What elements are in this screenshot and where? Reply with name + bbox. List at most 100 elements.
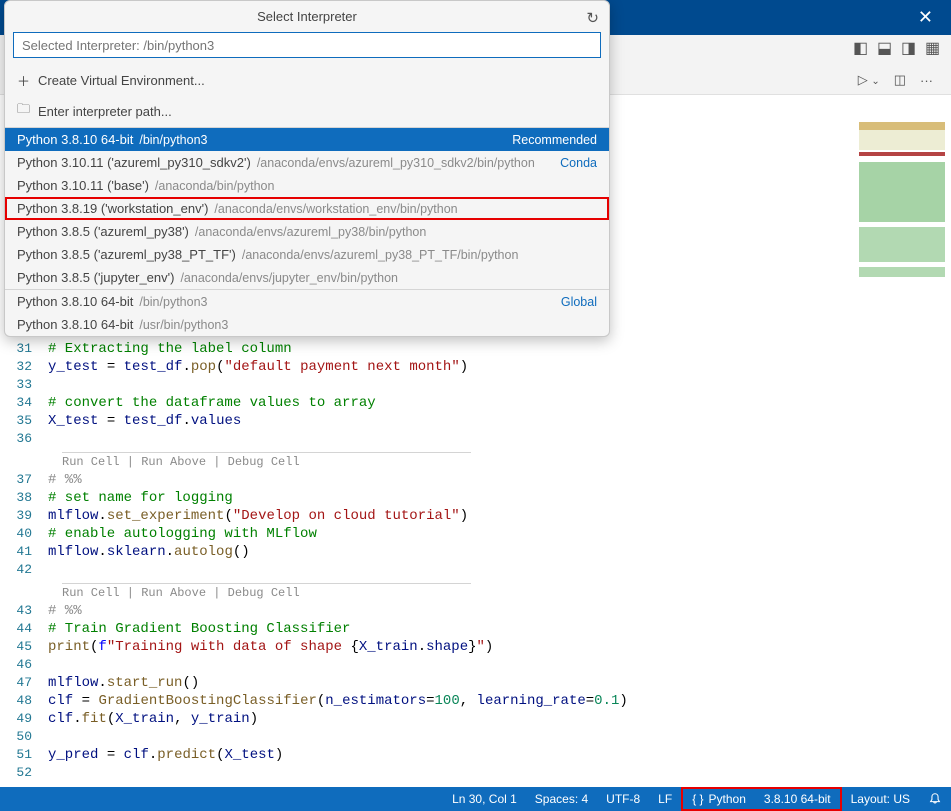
refresh-icon[interactable]: ↻ [586,9,599,27]
interpreter-path: /usr/bin/python3 [139,318,228,332]
editor-actions: ▷ ⌄ ◫ ··· [858,72,933,88]
more-actions-icon[interactable]: ··· [920,73,933,88]
line-number: 46 [0,656,48,674]
line-number: 33 [0,376,48,394]
code-line[interactable]: 40# enable autologging with MLflow [0,525,951,543]
minimap[interactable] [859,122,945,302]
notifications-icon[interactable] [919,787,951,811]
line-number: 39 [0,507,48,525]
code-line[interactable]: 45print(f"Training with data of shape {X… [0,638,951,656]
code-line[interactable]: 46 [0,656,951,674]
code-content [48,764,951,782]
code-line[interactable]: 49clf.fit(X_train, y_train) [0,710,951,728]
code-content: mlflow.start_run() [48,674,951,692]
interpreter-option[interactable]: Python 3.8.5 ('azureml_py38')/anaconda/e… [5,220,609,243]
code-content: # %% [48,471,951,489]
interpreter-path: /anaconda/envs/jupyter_env/bin/python [180,271,398,285]
interpreter-option[interactable]: Python 3.8.10 64-bit/usr/bin/python3 [5,313,609,336]
code-line[interactable]: 50 [0,728,951,746]
code-editor[interactable]: 3031# Extracting the label column32y_tes… [0,322,951,787]
encoding-status[interactable]: UTF-8 [597,787,649,811]
interpreter-option[interactable]: Python 3.8.5 ('jupyter_env') /anaconda/en… [5,266,609,289]
code-line[interactable]: 34# convert the dataframe values to arra… [0,394,951,412]
panel-header: Select Interpreter ↻ [5,1,609,32]
folder-icon: 🗀 [17,100,30,122]
code-line[interactable]: 38# set name for logging [0,489,951,507]
interpreter-option[interactable]: Python 3.8.19 ('workstation_env') /anacon… [5,197,609,220]
line-number: 43 [0,602,48,620]
interpreter-option[interactable]: Python 3.8.10 64-bit/bin/python3Recommen… [5,128,609,151]
code-line[interactable]: 47mlflow.start_run() [0,674,951,692]
line-number: 40 [0,525,48,543]
language-status[interactable]: { } Python [683,787,755,811]
interpreter-search-input[interactable] [13,32,601,58]
interpreter-option[interactable]: Python 3.10.11 ('azureml_py310_sdkv2')/a… [5,151,609,174]
code-line[interactable]: 41mlflow.sklearn.autolog() [0,543,951,561]
line-number: 45 [0,638,48,656]
cursor-position[interactable]: Ln 30, Col 1 [443,787,526,811]
code-content: # Extracting the label column [48,340,951,358]
interpreter-option[interactable]: Python 3.8.5 ('azureml_py38_PT_TF')/anac… [5,243,609,266]
line-number: 52 [0,764,48,782]
interpreter-name: Python 3.8.10 64-bit [17,317,133,332]
code-line[interactable]: 43# %% [0,602,951,620]
code-line[interactable]: 37# %% [0,471,951,489]
python-interpreter-status[interactable]: 3.8.10 64-bit [755,787,840,811]
line-number: 51 [0,746,48,764]
keyboard-layout[interactable]: Layout: US [842,787,919,811]
line-number: 48 [0,692,48,710]
code-line[interactable]: 31# Extracting the label column [0,340,951,358]
code-line[interactable]: 42 [0,561,951,579]
code-content: clf = GradientBoostingClassifier(n_estim… [48,692,951,710]
code-content: # enable autologging with MLflow [48,525,951,543]
code-line[interactable]: 48clf = GradientBoostingClassifier(n_est… [0,692,951,710]
interpreter-path: /anaconda/bin/python [155,179,275,193]
code-content [48,728,951,746]
line-number: 35 [0,412,48,430]
run-icon[interactable]: ▷ ⌄ [858,72,880,88]
interpreter-option[interactable]: Python 3.10.11 ('base')/anaconda/bin/pyt… [5,174,609,197]
interpreter-badge: Global [561,295,597,309]
code-line[interactable]: 44# Train Gradient Boosting Classifier [0,620,951,638]
line-number: 38 [0,489,48,507]
status-bar: Ln 30, Col 1 Spaces: 4 UTF-8 LF { } Pyth… [0,787,951,811]
code-line[interactable]: 35X_test = test_df.values [0,412,951,430]
code-content: # Train Gradient Boosting Classifier [48,620,951,638]
cell-controls[interactable]: Run Cell | Run Above | Debug Cell [62,583,471,600]
interpreter-option[interactable]: Python 3.8.10 64-bit/bin/python3Global [5,290,609,313]
layout-panel-right-icon[interactable]: ◨ [901,41,917,57]
create-venv-action[interactable]: ＋ Create Virtual Environment... [5,66,609,95]
code-content: y_pred = clf.predict(X_test) [48,746,951,764]
panel-title: Select Interpreter [257,9,357,24]
code-content: # convert the dataframe values to array [48,394,951,412]
code-content [48,561,951,579]
code-line[interactable]: 51y_pred = clf.predict(X_test) [0,746,951,764]
layout-panel-left-icon[interactable]: ◧ [853,41,869,57]
eol-status[interactable]: LF [649,787,681,811]
interpreter-name: Python 3.8.19 ('workstation_env') [17,201,208,216]
line-number: 44 [0,620,48,638]
code-content [48,376,951,394]
code-line[interactable]: 36 [0,430,951,448]
line-number: 41 [0,543,48,561]
indentation-status[interactable]: Spaces: 4 [526,787,597,811]
code-line[interactable]: 32y_test = test_df.pop("default payment … [0,358,951,376]
code-content: # %% [48,602,951,620]
code-line[interactable]: 39mlflow.set_experiment("Develop on clou… [0,507,951,525]
enter-path-action[interactable]: 🗀 Enter interpreter path... [5,95,609,127]
interpreter-path: /bin/python3 [139,295,207,309]
split-editor-icon[interactable]: ◫ [894,72,906,88]
customize-layout-icon[interactable]: ▦ [925,41,941,57]
interpreter-name: Python 3.8.5 ('jupyter_env') [17,270,174,285]
cell-controls[interactable]: Run Cell | Run Above | Debug Cell [62,452,471,469]
interpreter-badge: Conda [560,156,597,170]
interpreter-name: Python 3.8.5 ('azureml_py38_PT_TF') [17,247,236,262]
code-line[interactable]: 33 [0,376,951,394]
code-line[interactable]: 52 [0,764,951,782]
layout-panel-bottom-icon[interactable]: ⬓ [877,41,893,57]
interpreter-badge: Recommended [512,133,597,147]
select-interpreter-panel: Select Interpreter ↻ ＋ Create Virtual En… [4,0,610,337]
line-number: 34 [0,394,48,412]
interpreter-path: /anaconda/envs/workstation_env/bin/pytho… [214,202,457,216]
close-icon[interactable]: ✕ [910,5,941,30]
